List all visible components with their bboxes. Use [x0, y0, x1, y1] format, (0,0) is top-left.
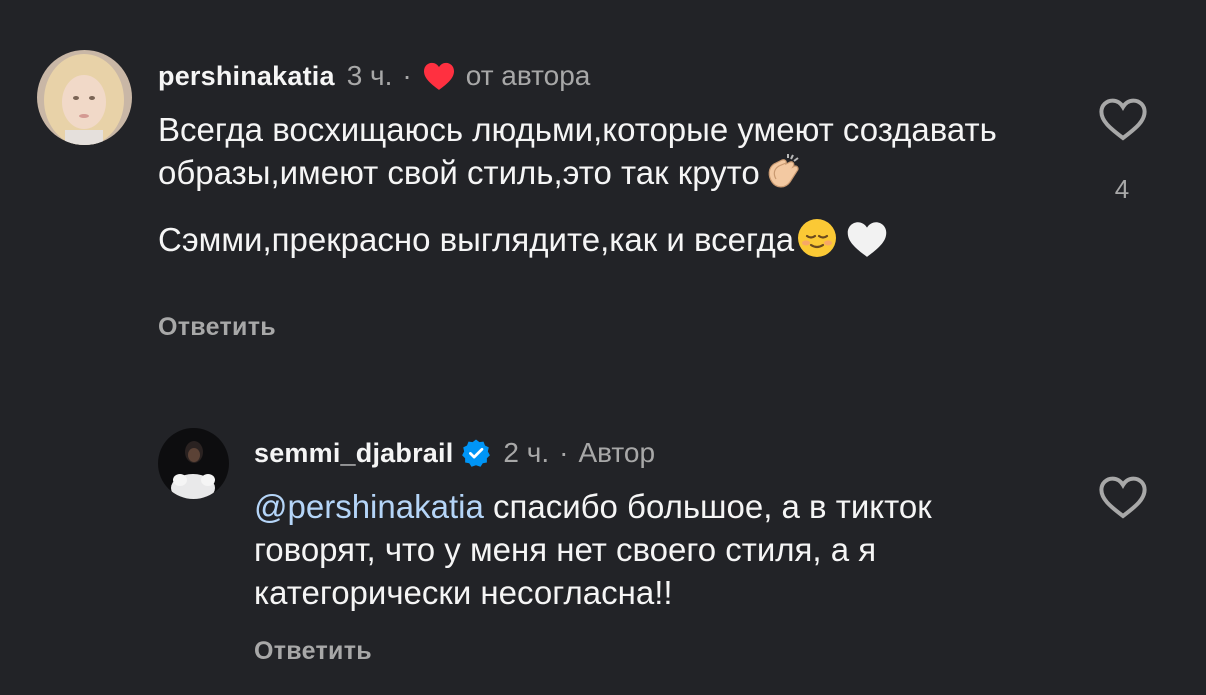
clapping-hands-emoji-icon: [762, 152, 802, 202]
reply-button[interactable]: Ответить: [254, 637, 372, 666]
comment-text: @pershinakatia спасибо большое, а в тикт…: [254, 488, 932, 611]
author-label: Автор: [578, 437, 656, 468]
comment-paragraph: Всегда восхищаюсь людьми,которые умеют с…: [158, 108, 1038, 202]
mention-link[interactable]: @pershinakatia: [254, 488, 484, 525]
avatar[interactable]: [37, 50, 132, 145]
comment-meta: pershinakatia 3 ч. · от автора: [158, 60, 590, 92]
separator: ·: [402, 60, 412, 91]
white-heart-emoji-icon: [846, 219, 888, 269]
username[interactable]: semmi_djabrail: [254, 438, 453, 469]
verified-badge-icon: [461, 438, 491, 468]
timestamp: 3 ч.: [346, 60, 393, 91]
like-heart-icon[interactable]: [1099, 97, 1147, 146]
separator: ·: [559, 437, 569, 468]
reply-button[interactable]: Ответить: [158, 313, 276, 342]
author-heart-icon: [422, 61, 456, 91]
timestamp: 2 ч.: [503, 437, 550, 468]
author-liked-label: от автора: [465, 60, 591, 91]
like-heart-icon[interactable]: [1099, 475, 1147, 524]
comment-paragraph: Сэмми,прекрасно выглядите,как и всегда: [158, 217, 1038, 269]
comment-meta: semmi_djabrail 2 ч. · Автор: [254, 437, 655, 469]
username[interactable]: pershinakatia: [158, 61, 335, 92]
relieved-face-emoji-icon: [796, 217, 838, 269]
avatar[interactable]: [158, 428, 229, 499]
like-count: 4: [1114, 174, 1130, 204]
comment-text: Всегда восхищаюсь людьми,которые умеют с…: [158, 108, 1038, 269]
